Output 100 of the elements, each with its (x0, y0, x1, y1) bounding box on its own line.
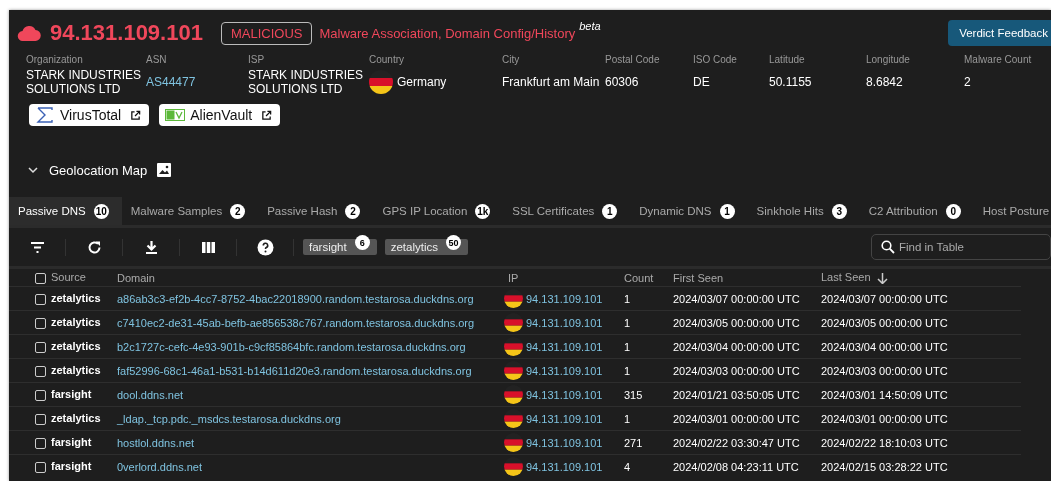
row-checkbox[interactable] (35, 461, 46, 473)
verdict-feedback-button[interactable]: Verdict Feedback (948, 20, 1051, 46)
sigma-icon (35, 107, 55, 123)
ip-link[interactable]: 94.131.109.101 (526, 316, 603, 329)
alienvault-logo-icon (165, 107, 186, 123)
count-badge: 3 (831, 203, 847, 219)
image-icon (157, 163, 172, 177)
row-checkbox[interactable] (35, 293, 46, 305)
count-badge: 1 (602, 203, 618, 219)
info-label: Latitude (769, 54, 806, 65)
ip-link[interactable]: 94.131.109.101 (526, 340, 603, 353)
count-badge: 2 (230, 203, 246, 219)
column-header[interactable]: First Seen (673, 271, 724, 284)
info-label: ISO Code (693, 54, 738, 65)
domain-link[interactable]: c7410ec2-de31-45ab-befb-ae856538c767.random.testarosa.duckdns.org (117, 316, 475, 329)
info-label: Postal Code (605, 54, 661, 65)
tab[interactable]: Dynamic DNS 1 (630, 197, 748, 225)
tab[interactable]: Sinkhole Hits 3 (747, 197, 860, 225)
date-cell: 2024/02/22 18:10:03 UTC (821, 436, 948, 449)
info-label: Longitude (866, 54, 911, 65)
date-cell: 2024/03/01 14:50:09 UTC (821, 388, 948, 401)
ip-link[interactable]: 94.131.109.101 (526, 460, 603, 473)
tab[interactable]: SSL Certificates 1 (503, 197, 631, 225)
info-label: Organization (26, 54, 84, 65)
ip-link[interactable]: 94.131.109.101 (526, 388, 603, 401)
tab[interactable]: Host Posture (973, 197, 1051, 225)
cloud-icon (17, 25, 41, 41)
date-cell: 2024/03/03 00:00:00 UTC (821, 364, 948, 377)
count-badge: 50 (446, 235, 461, 250)
external-link-button[interactable]: AlienVault (159, 104, 281, 126)
count-badge: 2 (345, 203, 361, 219)
domain-link[interactable]: hostlol.ddns.net (117, 436, 195, 449)
domain-link[interactable]: dool.ddns.net (117, 388, 184, 401)
source-cell: zetalytics (51, 340, 101, 353)
info-value: 8.6842 (866, 75, 903, 89)
date-cell: 2024/03/05 00:00:00 UTC (673, 316, 800, 329)
column-header[interactable]: Count (624, 271, 654, 284)
external-link-icon (261, 109, 273, 121)
info-label: Malware Count (964, 54, 1033, 65)
count-cell: 4 (624, 460, 631, 473)
date-cell: 2024/02/15 03:28:22 UTC (821, 460, 948, 473)
ip-link[interactable]: 94.131.109.101 (526, 412, 603, 425)
count-badge: 10 (93, 203, 109, 219)
row-checkbox[interactable] (35, 365, 46, 377)
tab[interactable]: Passive DNS 10 (9, 197, 122, 225)
source-cell: farsight (51, 460, 92, 473)
ip-link[interactable]: 94.131.109.101 (526, 292, 603, 305)
column-header[interactable]: Last Seen (821, 271, 871, 284)
geolocation-map-toggle[interactable]: Geolocation Map (49, 162, 148, 178)
info-value: STARK INDUSTRIES SOLUTIONS LTD (26, 68, 143, 96)
column-header[interactable]: Domain (117, 271, 155, 284)
date-cell: 2024/03/03 00:00:00 UTC (673, 364, 800, 377)
tab[interactable]: Malware Samples 2 (121, 197, 259, 225)
row-checkbox[interactable] (35, 317, 46, 329)
info-label: City (502, 54, 521, 65)
tab[interactable]: GPS IP Location 1k (373, 197, 504, 225)
info-label: Country (369, 54, 405, 65)
row-checkbox[interactable] (35, 341, 46, 353)
date-cell: 2024/03/04 00:00:00 UTC (821, 340, 948, 353)
domain-link[interactable]: a86ab3c3-ef2b-4cc7-8752-4bac22018900.random.testarosa.duckdns.org (117, 292, 474, 305)
count-cell: 271 (624, 436, 643, 449)
ip-link[interactable]: 94.131.109.101 (526, 436, 603, 449)
verdict-label: MALICIOUS (220, 21, 313, 45)
row-checkbox[interactable] (35, 437, 46, 449)
source-cell: zetalytics (51, 316, 101, 329)
count-badge: 0 (945, 203, 961, 219)
external-link-icon (130, 109, 142, 121)
source-cell: zetalytics (51, 412, 101, 425)
select-all-checkbox[interactable] (35, 272, 46, 284)
domain-link[interactable]: b2c1727c-cefc-4e93-901b-c9cf85864bfc.random.testarosa.duckdns.org (117, 340, 466, 353)
search-field[interactable]: Find in Table (871, 234, 1051, 260)
row-checkbox[interactable] (35, 389, 46, 401)
count-badge: 1k (475, 203, 491, 219)
count-cell: 1 (624, 364, 631, 377)
ip-link[interactable]: 94.131.109.101 (526, 364, 603, 377)
ip-address-title: 94.131.109.101 (50, 20, 203, 46)
date-cell: 2024/03/07 00:00:00 UTC (673, 292, 800, 305)
domain-link[interactable]: 0verlord.ddns.net (117, 460, 202, 473)
sort-arrow-icon[interactable] (876, 272, 888, 284)
info-value: Germany (397, 75, 447, 89)
info-value: 50.1155 (769, 75, 812, 89)
tab[interactable]: C2 Attribution 0 (859, 197, 974, 225)
tab[interactable]: Passive Hash 2 (258, 197, 374, 225)
column-header[interactable]: Source (51, 271, 86, 284)
date-cell: 2024/03/05 00:00:00 UTC (821, 316, 948, 329)
date-cell: 2024/03/01 00:00:00 UTC (673, 412, 800, 425)
count-cell: 315 (624, 388, 643, 401)
source-cell: farsight (51, 388, 92, 401)
asn-link[interactable]: AS44477 (146, 75, 196, 89)
column-header[interactable]: IP (508, 271, 519, 284)
count-badge: 1 (719, 203, 735, 219)
source-cell: farsight (51, 436, 92, 449)
external-link-button[interactable]: VirusTotal (29, 104, 150, 126)
chevron-icon[interactable] (27, 164, 39, 176)
date-cell: 2024/02/08 04:23:11 UTC (673, 460, 799, 473)
domain-link[interactable]: _ldap._tcp.pdc._msdcs.testarosa.duckdns.org (117, 412, 341, 425)
row-checkbox[interactable] (35, 413, 46, 425)
help-icon[interactable] (256, 238, 274, 256)
info-label: ASN (146, 54, 168, 65)
domain-link[interactable]: faf52996-68c1-46a1-b531-b14d611d20e3.random.testarosa.duckdns.org (117, 364, 472, 377)
